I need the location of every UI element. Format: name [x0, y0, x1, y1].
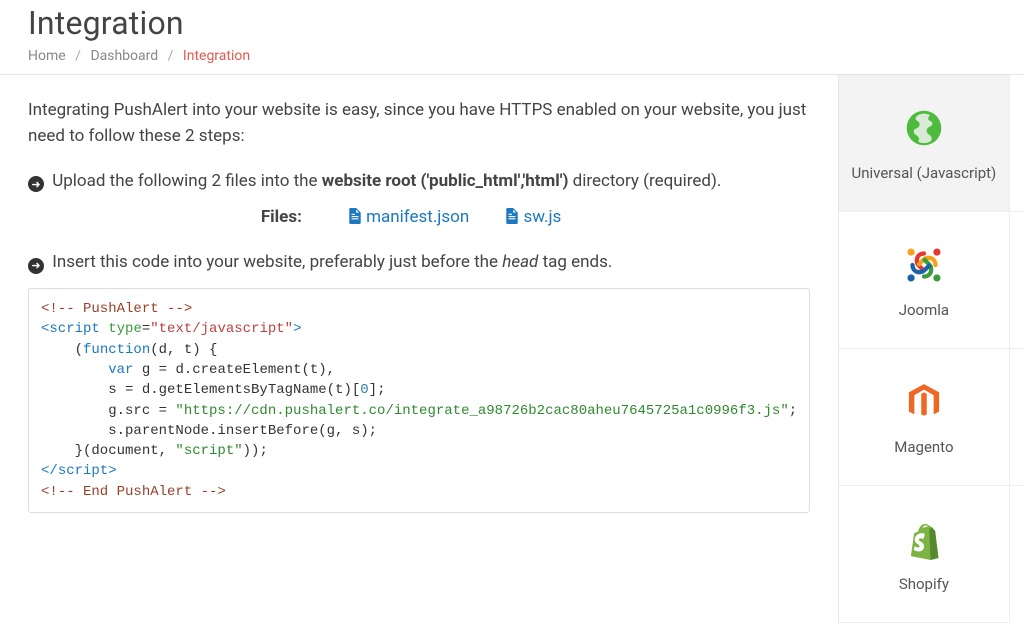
platform-card-wordpress[interactable]: WordPress [1010, 75, 1024, 212]
step-2: Insert this code into your website, pref… [28, 249, 810, 276]
breadcrumb-home[interactable]: Home [28, 48, 66, 64]
platform-grid: Universal (Javascript) WordPress [839, 75, 1024, 623]
platform-card-joomla[interactable]: Joomla [839, 212, 1010, 349]
platform-card-woocommerce[interactable]: Woo WooCommerce [1010, 212, 1024, 349]
magento-icon [900, 378, 948, 426]
step1-suffix: directory (required). [568, 171, 721, 191]
platform-card-amp[interactable]: AMP [1010, 349, 1024, 486]
files-label: Files: [261, 207, 302, 227]
platform-card-magento[interactable]: Magento [839, 349, 1010, 486]
globe-icon [900, 104, 948, 152]
platform-card-shopify[interactable]: Shopify [839, 486, 1010, 623]
files-row: Files: manifest.json sw.js [28, 207, 810, 227]
joomla-icon [900, 241, 948, 289]
breadcrumb-current: Integration [183, 48, 250, 64]
file-sw-link[interactable]: sw.js [505, 207, 561, 227]
platform-card-universal[interactable]: Universal (Javascript) [839, 75, 1010, 212]
shopify-icon [900, 515, 948, 563]
step2-suffix: tag ends. [538, 252, 612, 272]
file-icon [348, 208, 362, 224]
step1-bold: website root ('public_html','html') [322, 171, 569, 191]
file-icon [505, 208, 519, 224]
code-end-comment: <!-- End PushAlert --> [41, 484, 226, 500]
breadcrumb-dashboard[interactable]: Dashboard [90, 48, 158, 64]
breadcrumb-sep: / [75, 48, 81, 64]
code-open-comment: <!-- PushAlert --> [41, 301, 192, 317]
page-title: Integration [28, 4, 996, 42]
file-sw-label: sw.js [523, 207, 561, 227]
breadcrumb-sep: / [168, 48, 174, 64]
breadcrumb: Home / Dashboard / Integration [28, 48, 996, 64]
file-manifest-label: manifest.json [366, 207, 469, 227]
arrow-right-icon [28, 258, 44, 274]
platform-label-shopify: Shopify [899, 575, 949, 594]
file-manifest-link[interactable]: manifest.json [348, 207, 473, 227]
intro-paragraph: Integrating PushAlert into your website … [28, 97, 810, 150]
step-1: Upload the following 2 files into the we… [28, 168, 810, 195]
main-content: Integrating PushAlert into your website … [0, 75, 839, 623]
arrow-right-icon [28, 176, 44, 192]
step2-prefix: Insert this code into your website, pref… [52, 252, 502, 272]
platform-label-magento: Magento [894, 438, 953, 457]
platform-label-universal: Universal (Javascript) [851, 164, 996, 183]
code-snippet[interactable]: <!-- PushAlert --> <script type="text/ja… [28, 288, 810, 513]
step1-prefix: Upload the following 2 files into the [52, 171, 322, 191]
platform-label-joomla: Joomla [899, 301, 949, 320]
step2-head-italic: head [502, 252, 538, 272]
